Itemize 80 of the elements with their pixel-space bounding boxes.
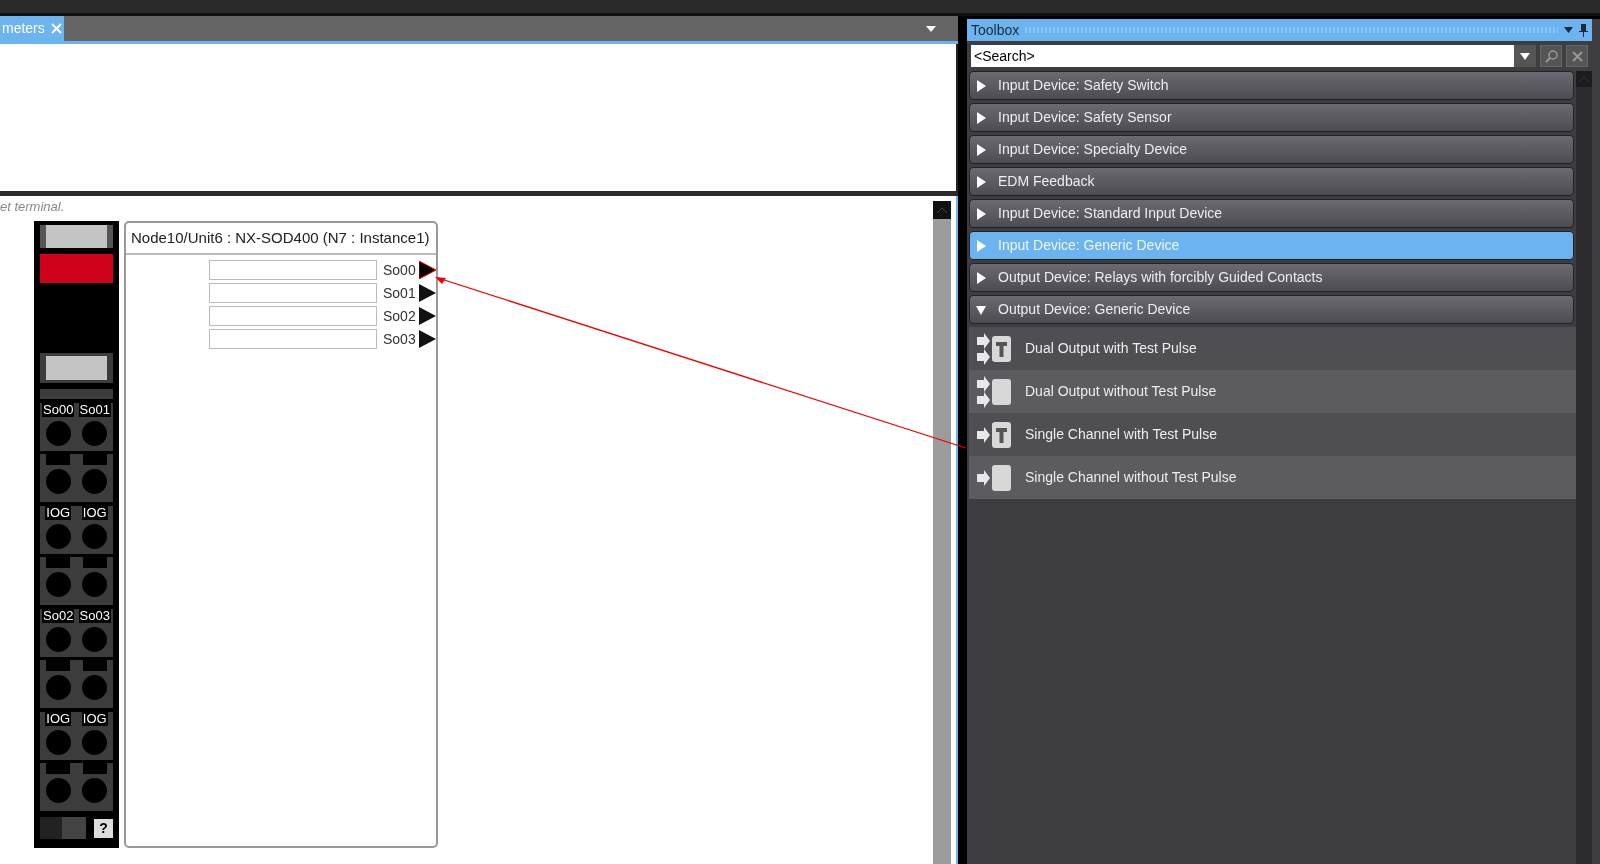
variable-field[interactable] <box>209 260 377 280</box>
terminal-hole <box>45 421 71 446</box>
output-label: So01 <box>383 283 417 303</box>
terminal-hole <box>45 572 71 597</box>
pin-icon[interactable] <box>1579 23 1588 37</box>
release-slot <box>82 763 107 774</box>
expand-triangle-icon <box>976 239 986 252</box>
terminal-hole <box>82 730 108 755</box>
terminal-label: IOG <box>45 506 72 520</box>
variable-field[interactable] <box>209 329 377 349</box>
category-header[interactable]: EDM Feedback <box>969 167 1574 196</box>
terminal-label: IOG <box>45 712 72 726</box>
category-header[interactable]: Input Device: Standard Input Device <box>969 199 1574 228</box>
expand-triangle-icon <box>976 271 986 284</box>
module-title: Node10/Unit6 : NX-SOD400 (N7 : Instance1) <box>126 223 436 255</box>
terminal-hole <box>82 675 108 700</box>
module-node[interactable]: Node10/Unit6 : NX-SOD400 (N7 : Instance1) So00 So01 So02 So03 <box>124 221 438 848</box>
dropdown-caret-icon[interactable] <box>926 25 936 32</box>
terminal-hole <box>45 778 71 803</box>
vertical-scrollbar[interactable] <box>933 201 951 864</box>
category-header[interactable]: Input Device: Safety Sensor <box>969 103 1574 132</box>
category-header[interactable]: Input Device: Safety Switch <box>969 71 1574 100</box>
dropdown-caret-icon <box>1520 52 1530 60</box>
terminal-hole <box>82 421 108 446</box>
terminal-hole <box>82 524 108 549</box>
terminal-label: IOG <box>81 712 108 726</box>
terminal-hole <box>45 730 71 755</box>
release-slot <box>46 763 71 774</box>
expand-triangle-icon <box>976 143 986 156</box>
output-label: So00 <box>383 260 417 280</box>
output-port-icon[interactable] <box>419 284 436 302</box>
expand-triangle-icon <box>976 175 986 188</box>
release-slot <box>46 454 71 465</box>
terminal-hole <box>45 627 71 652</box>
toolbox-item[interactable]: Single Channel with Test Pulse <box>969 413 1576 456</box>
output-label: So02 <box>383 306 417 326</box>
terminal-hole <box>45 524 71 549</box>
expand-triangle-icon <box>976 79 986 92</box>
terminal-hole <box>45 675 71 700</box>
release-slot <box>82 557 107 568</box>
toolbox-title: Toolbox <box>971 20 1020 40</box>
toolbox-item[interactable]: Dual Output with Test Pulse <box>969 327 1576 370</box>
variable-field[interactable] <box>209 306 377 326</box>
search-icon <box>1544 49 1558 63</box>
search-field[interactable]: <Search> <box>971 45 1514 67</box>
terminal-label: So02 <box>42 609 75 623</box>
release-slot <box>46 660 71 671</box>
terminal-label: So03 <box>78 609 111 623</box>
output-port-icon[interactable] <box>419 261 436 279</box>
category-header[interactable]: Output Device: Relays with forcibly Guided Contacts <box>969 263 1574 292</box>
release-slot <box>82 660 107 671</box>
output-label: So03 <box>383 329 417 349</box>
info-text: et terminal. <box>0 198 66 216</box>
terminal-hole <box>82 627 108 652</box>
expand-triangle-icon <box>976 207 986 220</box>
terminal-label: So00 <box>42 403 75 417</box>
vertical-scrollbar[interactable] <box>1576 71 1592 864</box>
release-slot <box>82 454 107 465</box>
clear-button[interactable] <box>1566 45 1588 67</box>
release-slot <box>46 557 71 568</box>
help-button[interactable]: ? <box>94 818 113 838</box>
output-port-icon[interactable] <box>419 307 436 325</box>
terminal-label: So01 <box>78 403 111 417</box>
dropdown-caret-icon[interactable] <box>1564 27 1573 33</box>
base-latch <box>40 817 86 839</box>
search-dropdown-button[interactable] <box>1514 45 1536 67</box>
terminal-hole <box>45 469 71 494</box>
terminal-hole <box>82 469 108 494</box>
collapse-triangle-icon <box>976 303 986 316</box>
toolbox-item[interactable]: Single Channel without Test Pulse <box>969 456 1576 499</box>
expand-triangle-icon <box>976 111 986 124</box>
toolbox-item[interactable]: Dual Output without Test Pulse <box>969 370 1576 413</box>
close-icon <box>1571 50 1583 62</box>
output-port-icon[interactable] <box>419 330 436 348</box>
terminal-label: IOG <box>81 506 108 520</box>
variable-field[interactable] <box>209 283 377 303</box>
category-header[interactable]: Input Device: Specialty Device <box>969 135 1574 164</box>
category-header[interactable]: Output Device: Generic Device <box>969 295 1574 324</box>
terminal-hole <box>82 778 108 803</box>
terminal-hole <box>82 572 108 597</box>
